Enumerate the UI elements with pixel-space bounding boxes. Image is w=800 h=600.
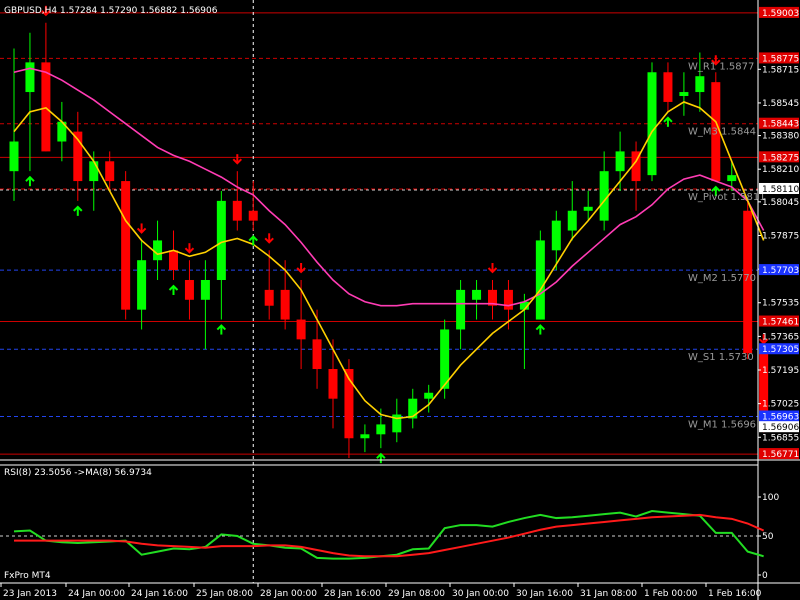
price-tick-label: 1.58045 bbox=[762, 198, 799, 208]
price-box-label: 1.58443 bbox=[762, 120, 799, 130]
price-box-label: 1.56771 bbox=[762, 450, 799, 460]
time-tick-label: 1 Feb 16:00 bbox=[708, 589, 762, 599]
pivot-level-label: W_Pivot 1.5811 bbox=[688, 192, 766, 203]
bull-candle bbox=[137, 260, 147, 310]
time-tick-label: 30 Jan 00:00 bbox=[452, 589, 509, 599]
bull-candle bbox=[424, 392, 434, 399]
bear-candle bbox=[663, 72, 673, 102]
bull-candle bbox=[695, 76, 705, 93]
broker-label: FxPro MT4 bbox=[4, 571, 51, 581]
bear-candle bbox=[296, 319, 306, 340]
time-tick-label: 31 Jan 08:00 bbox=[580, 589, 637, 599]
bear-candle bbox=[312, 339, 322, 370]
time-tick-label: 28 Jan 00:00 bbox=[260, 589, 317, 599]
price-box-label: 1.59003 bbox=[762, 9, 799, 19]
bear-candle bbox=[169, 250, 178, 271]
price-tick-label: 1.57365 bbox=[762, 332, 799, 342]
chart-background bbox=[0, 0, 800, 600]
bear-candle bbox=[280, 289, 290, 320]
bull-candle bbox=[727, 175, 737, 182]
bear-candle bbox=[41, 62, 51, 152]
price-box-label: 1.58275 bbox=[762, 153, 799, 163]
bear-candle bbox=[328, 369, 338, 399]
time-tick-label: 24 Jan 16:00 bbox=[131, 589, 188, 599]
bull-candle bbox=[551, 220, 561, 251]
bull-candle bbox=[200, 279, 210, 300]
price-box-label: 1.58775 bbox=[762, 54, 799, 64]
bull-candle bbox=[376, 424, 386, 435]
price-tick-label: 1.58715 bbox=[762, 65, 799, 75]
bear-candle bbox=[503, 289, 513, 310]
rsi-tick-label: 50 bbox=[762, 532, 774, 542]
pivot-level-label: W_S1 1.5730 bbox=[688, 352, 754, 363]
trading-chart[interactable]: W_R1 1.5877 W_M3 1.5844 W_Pivot 1.5811 W_M2… bbox=[0, 0, 800, 600]
price-tick-label: 1.58380 bbox=[762, 132, 799, 142]
bull-candle bbox=[615, 151, 625, 172]
time-tick-label: 29 Jan 08:00 bbox=[388, 589, 445, 599]
pivot-level-label: W_M1 1.5696 bbox=[688, 419, 756, 430]
price-box-label: 1.57703 bbox=[762, 266, 799, 276]
price-tick-label: 1.57025 bbox=[762, 400, 799, 410]
price-tick-label: 1.58545 bbox=[762, 99, 799, 109]
price-box-label: 1.57305 bbox=[762, 345, 799, 355]
bull-candle bbox=[567, 210, 577, 231]
time-tick-label: 24 Jan 00:00 bbox=[68, 589, 125, 599]
main-header: GBPUSD,H4 1.57284 1.57290 1.56882 1.5690… bbox=[4, 6, 218, 16]
bear-candle bbox=[121, 181, 131, 310]
time-tick-label: 23 Jan 2013 bbox=[3, 589, 57, 599]
bear-candle bbox=[184, 279, 194, 300]
bull-candle bbox=[679, 92, 689, 97]
pivot-level-label: W_R1 1.5877 bbox=[688, 61, 754, 72]
rsi-tick-label: 0 bbox=[762, 571, 768, 581]
price-box-label: 1.58110 bbox=[762, 185, 799, 195]
time-tick-label: 25 Jan 08:00 bbox=[196, 589, 253, 599]
price-box-label: 1.57461 bbox=[762, 318, 799, 328]
time-tick-label: 28 Jan 16:00 bbox=[324, 589, 381, 599]
bear-candle bbox=[264, 289, 274, 306]
bear-candle bbox=[248, 210, 258, 221]
pivot-level-label: W_M2 1.5770 bbox=[688, 273, 756, 284]
bull-candle bbox=[89, 161, 99, 182]
bull-candle bbox=[216, 200, 226, 280]
price-tick-label: 1.57875 bbox=[762, 231, 799, 241]
bull-candle bbox=[647, 72, 657, 176]
bull-candle bbox=[583, 206, 593, 211]
bull-candle bbox=[456, 289, 466, 330]
price-box-label: 1.56906 bbox=[762, 423, 799, 433]
bull-candle bbox=[360, 434, 370, 439]
price-tick-label: 1.57195 bbox=[762, 366, 799, 376]
price-box-label: 1.56963 bbox=[762, 412, 799, 422]
time-tick-label: 1 Feb 00:00 bbox=[644, 589, 698, 599]
bull-candle bbox=[535, 240, 545, 320]
bull-candle bbox=[9, 141, 19, 172]
rsi-header: RSI(8) 23.5056 ->MA(8) 56.9734 bbox=[4, 468, 152, 478]
bull-candle bbox=[472, 289, 482, 300]
rsi-tick-label: 100 bbox=[762, 493, 779, 503]
price-tick-label: 1.57535 bbox=[762, 299, 799, 309]
price-tick-label: 1.56855 bbox=[762, 433, 799, 443]
bear-candle bbox=[105, 161, 115, 182]
bull-candle bbox=[25, 62, 35, 93]
pivot-level-label: W_M3 1.5844 bbox=[688, 127, 756, 138]
time-tick-label: 30 Jan 16:00 bbox=[516, 589, 573, 599]
bear-candle bbox=[232, 200, 242, 221]
bull-candle bbox=[153, 240, 163, 261]
price-tick-label: 1.58210 bbox=[762, 165, 799, 175]
